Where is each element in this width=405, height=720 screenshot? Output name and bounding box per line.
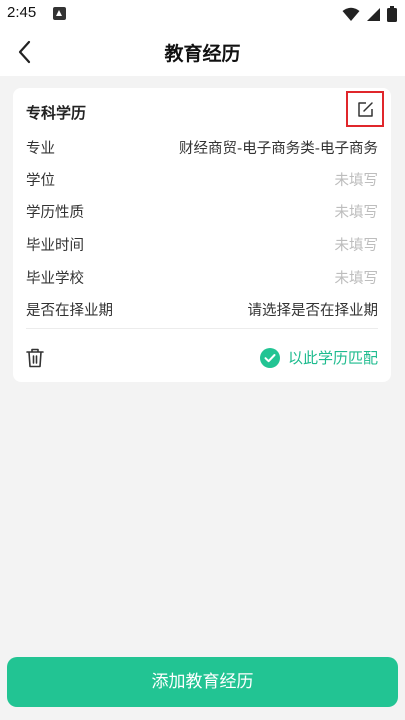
row-value: 未填写 bbox=[334, 271, 379, 287]
edit-button[interactable] bbox=[346, 91, 384, 127]
row-value: 财经商贸-电子商务类-电子商务 bbox=[179, 141, 378, 157]
row-label: 学位 bbox=[26, 173, 55, 189]
row-study-type[interactable]: 学历性质 未填写 bbox=[26, 201, 378, 223]
trash-icon[interactable] bbox=[26, 348, 44, 368]
row-label: 是否在择业期 bbox=[26, 303, 113, 319]
row-job-seeking-period[interactable]: 是否在择业期 请选择是否在择业期 bbox=[26, 299, 378, 321]
row-value: 未填写 bbox=[334, 173, 379, 189]
row-label: 毕业学校 bbox=[26, 271, 84, 287]
divider bbox=[26, 328, 378, 329]
education-card: 专科学历 专业 财经商贸-电子商务类-电子商务 学位 未填写 学历性质 未填写 … bbox=[13, 88, 391, 382]
match-label: 以此学历匹配 bbox=[287, 349, 378, 367]
notification-a-icon bbox=[53, 7, 66, 20]
row-major[interactable]: 专业 财经商贸-电子商务类-电子商务 bbox=[26, 137, 378, 159]
row-degree[interactable]: 学位 未填写 bbox=[26, 169, 378, 191]
page-title: 教育经历 bbox=[164, 43, 241, 65]
row-label: 毕业时间 bbox=[26, 238, 84, 254]
edit-icon bbox=[358, 102, 373, 117]
signal-icon bbox=[367, 7, 380, 21]
row-school[interactable]: 毕业学校 未填写 bbox=[26, 267, 378, 289]
education-level-title: 专科学历 bbox=[26, 104, 87, 122]
battery-icon bbox=[387, 6, 397, 22]
row-label: 专业 bbox=[26, 141, 55, 157]
check-circle-icon bbox=[259, 347, 280, 368]
row-value: 未填写 bbox=[334, 205, 379, 221]
row-value: 未填写 bbox=[334, 238, 379, 254]
nav-bar: 教育经历 bbox=[0, 28, 405, 76]
status-bar: 2:45 bbox=[0, 0, 405, 28]
wifi-icon bbox=[342, 7, 360, 21]
status-icons bbox=[342, 5, 397, 23]
row-graduation-time[interactable]: 毕业时间 未填写 bbox=[26, 234, 378, 256]
add-education-button[interactable]: 添加教育经历 bbox=[7, 657, 398, 707]
row-label: 学历性质 bbox=[26, 205, 84, 221]
row-value: 请选择是否在择业期 bbox=[247, 303, 379, 319]
status-time: 2:45 bbox=[7, 4, 37, 21]
match-with-this-education[interactable]: 以此学历匹配 bbox=[259, 347, 378, 368]
